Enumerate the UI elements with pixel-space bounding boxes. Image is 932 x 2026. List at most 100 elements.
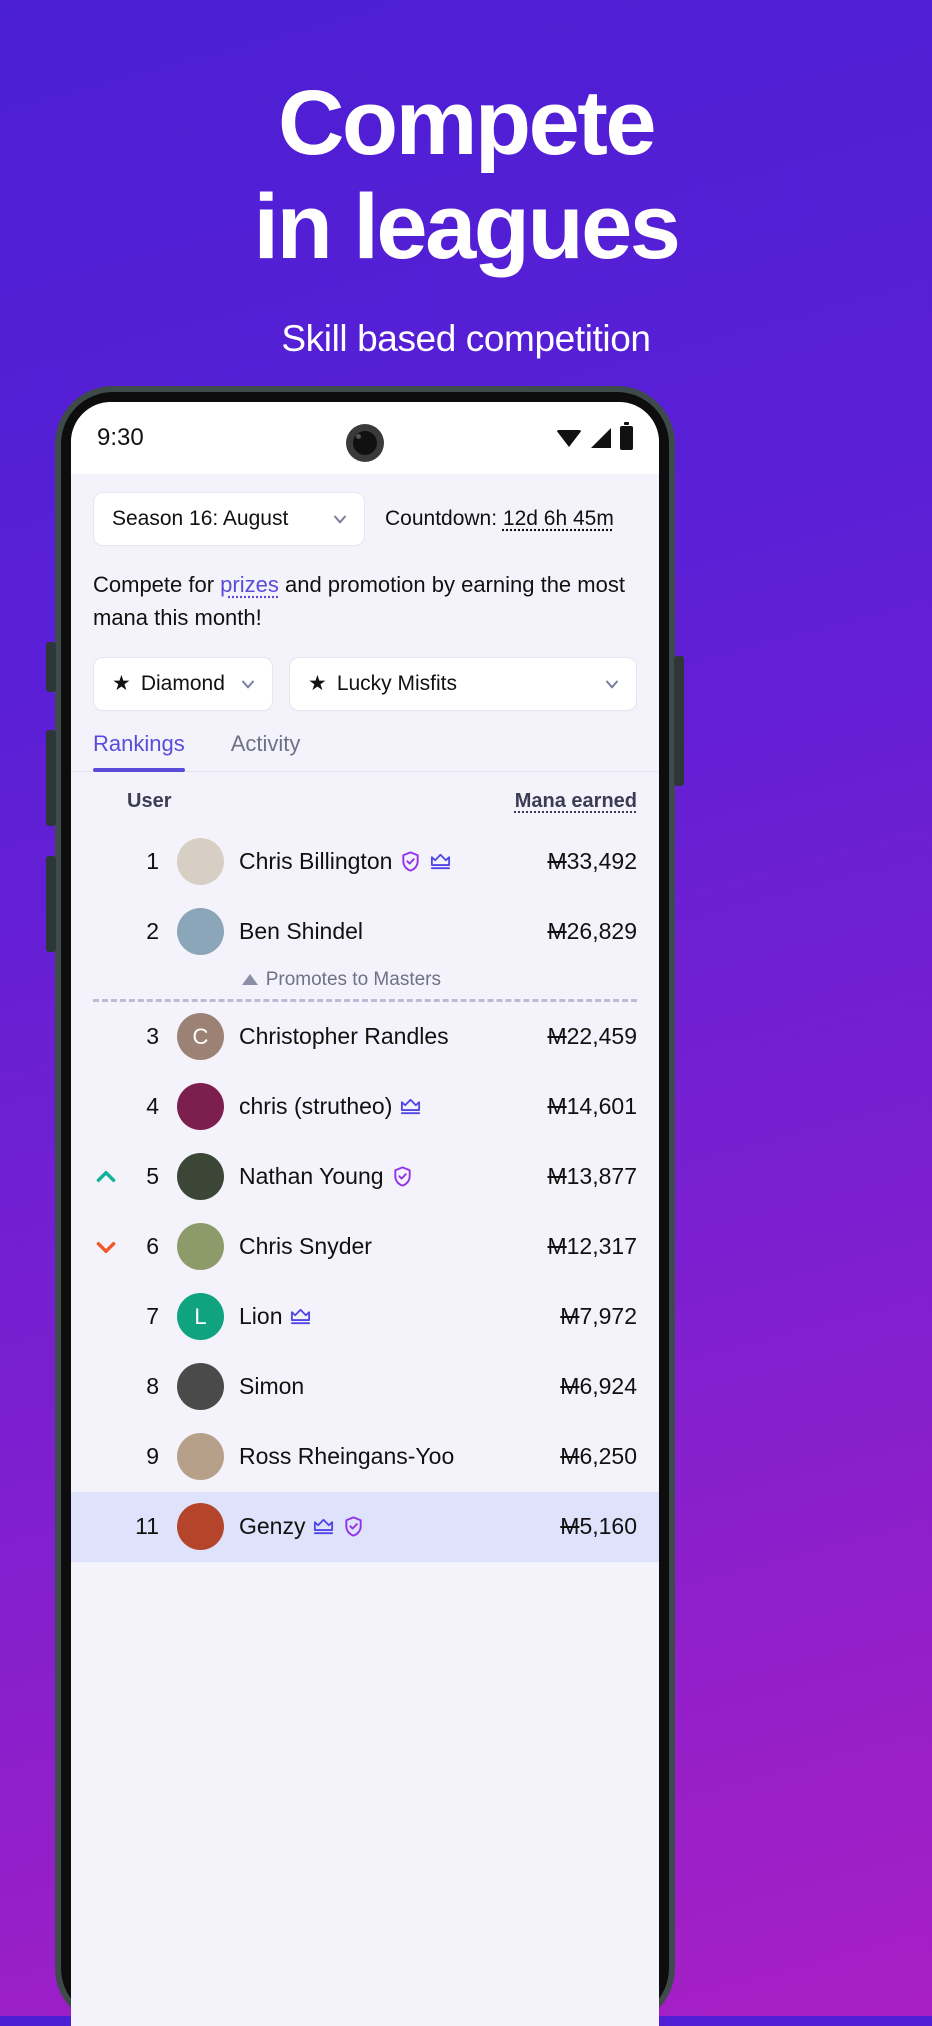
- promotion-label: Promotes to Masters: [265, 968, 441, 990]
- table-row[interactable]: 8 Simon M6,924: [71, 1352, 659, 1422]
- table-header: User Mana earned: [71, 772, 659, 827]
- rank-change-indicator: [93, 1164, 127, 1190]
- rank-number: 9: [146, 1443, 159, 1470]
- user-name-text: Nathan Young: [239, 1163, 384, 1190]
- user-name[interactable]: Ben Shindel: [239, 918, 363, 945]
- user-name-text: Ross Rheingans-Yoo: [239, 1443, 455, 1470]
- countdown-label: Countdown:: [385, 507, 503, 530]
- promo-header: Compete in leagues Skill based competiti…: [0, 0, 932, 360]
- user-name[interactable]: Genzy: [239, 1513, 365, 1540]
- rank-number: 3: [146, 1023, 159, 1050]
- phone-button-left-2[interactable]: [46, 730, 56, 826]
- mana-earned: M5,160: [560, 1513, 637, 1540]
- phone-screen: 9:30 Season 16: August Countdown: 12d 6h…: [71, 402, 659, 2026]
- user-name-text: Genzy: [239, 1513, 306, 1540]
- season-select[interactable]: Season 16: August: [93, 492, 365, 546]
- mana-earned: M26,829: [547, 918, 637, 945]
- column-header-mana[interactable]: Mana earned: [515, 790, 637, 813]
- chevron-down-icon: [606, 680, 618, 689]
- prizes-link[interactable]: prizes: [220, 572, 279, 597]
- rank-down-icon: [96, 1241, 116, 1253]
- phone-button-right-1[interactable]: [674, 656, 684, 786]
- table-row[interactable]: 9 Ross Rheingans-Yoo M6,250: [71, 1422, 659, 1492]
- avatar[interactable]: [177, 838, 224, 886]
- countdown: Countdown: 12d 6h 45m: [385, 507, 614, 531]
- promo-title-line-2: in leagues: [253, 176, 681, 279]
- user-name-text: chris (strutheo): [239, 1093, 393, 1120]
- avatar[interactable]: [177, 1153, 224, 1201]
- user-name[interactable]: Chris Billington: [239, 848, 452, 875]
- promotion-divider: Promotes to Masters: [71, 967, 659, 1002]
- front-camera-icon: [346, 424, 384, 462]
- crown-badge[interactable]: [399, 1095, 422, 1118]
- user-name-text: Chris Snyder: [239, 1233, 372, 1260]
- rank-change-indicator: [93, 1234, 127, 1260]
- league-select[interactable]: ★ Diamond: [93, 656, 273, 711]
- countdown-value: 12d 6h 45m: [502, 507, 614, 530]
- mana-earned: M7,972: [560, 1303, 637, 1330]
- rank-number: 5: [146, 1163, 159, 1190]
- page-title: Compete in leagues: [0, 77, 932, 279]
- blurb-before: Compete for: [93, 572, 221, 597]
- user-name[interactable]: Nathan Young: [239, 1163, 414, 1190]
- rankings-list: 1 Chris Billington M33,492 2 Ben Shindel M26,…: [71, 827, 659, 1562]
- avatar[interactable]: [177, 1083, 224, 1131]
- shield-check-badge[interactable]: [391, 1165, 414, 1188]
- table-row[interactable]: 7 L Lion M7,972: [71, 1282, 659, 1352]
- tab-activity[interactable]: Activity: [231, 731, 301, 771]
- avatar[interactable]: [177, 1363, 224, 1411]
- avatar[interactable]: [177, 1433, 224, 1481]
- user-name[interactable]: Simon: [239, 1373, 304, 1400]
- league-select-label: Diamond: [140, 671, 225, 695]
- user-name[interactable]: Lion: [239, 1303, 312, 1330]
- chevron-down-icon: [334, 515, 346, 524]
- table-row[interactable]: 1 Chris Billington M33,492: [71, 827, 659, 897]
- rank-up-icon: [96, 1170, 116, 1182]
- cohort-select[interactable]: ★ Lucky Misfits: [289, 656, 637, 711]
- avatar[interactable]: [177, 1503, 224, 1551]
- chevron-down-icon: [242, 680, 254, 689]
- crown-badge[interactable]: [429, 850, 452, 873]
- avatar[interactable]: [177, 1223, 224, 1271]
- phone-button-left-1[interactable]: [46, 642, 56, 692]
- promo-title-line-1: Compete: [277, 72, 657, 174]
- status-bar: 9:30: [71, 402, 659, 474]
- season-row: Season 16: August Countdown: 12d 6h 45m: [71, 474, 659, 546]
- table-row[interactable]: 4 chris (strutheo) M14,601: [71, 1072, 659, 1142]
- mana-earned: M6,250: [560, 1443, 637, 1470]
- tab-rankings[interactable]: Rankings: [93, 731, 185, 772]
- user-name-text: Christopher Randles: [239, 1023, 449, 1050]
- crown-badge[interactable]: [289, 1305, 312, 1328]
- phone-button-left-3[interactable]: [46, 856, 56, 952]
- table-row[interactable]: 5 Nathan Young M13,877: [71, 1142, 659, 1212]
- cohort-select-label: Lucky Misfits: [336, 671, 458, 695]
- mana-earned: M33,492: [547, 848, 637, 875]
- mana-earned: M12,317: [547, 1233, 637, 1260]
- phone-mockup: 9:30 Season 16: August Countdown: 12d 6h…: [46, 386, 684, 2026]
- user-name[interactable]: Christopher Randles: [239, 1023, 449, 1050]
- table-row[interactable]: 2 Ben Shindel M26,829: [71, 897, 659, 967]
- avatar[interactable]: [177, 908, 224, 956]
- table-row[interactable]: 6 Chris Snyder M12,317: [71, 1212, 659, 1282]
- avatar[interactable]: L: [177, 1293, 224, 1341]
- tab-bar: Rankings Activity: [71, 711, 659, 772]
- avatar[interactable]: C: [177, 1013, 224, 1061]
- crown-badge[interactable]: [312, 1515, 335, 1538]
- user-name[interactable]: Chris Snyder: [239, 1233, 372, 1260]
- mana-earned: M13,877: [547, 1163, 637, 1190]
- user-name[interactable]: chris (strutheo): [239, 1093, 422, 1120]
- cellular-signal-icon: [591, 428, 611, 448]
- wifi-icon: [556, 429, 582, 447]
- shield-check-badge[interactable]: [399, 850, 422, 873]
- shield-check-badge[interactable]: [342, 1515, 365, 1538]
- season-select-label: Season 16: August: [112, 507, 289, 530]
- status-time: 9:30: [97, 424, 144, 451]
- user-name-text: Ben Shindel: [239, 918, 364, 945]
- table-row[interactable]: 11 Genzy M5,160: [71, 1491, 659, 1562]
- user-name-text: Lion: [239, 1303, 283, 1330]
- table-row[interactable]: 3 C Christopher Randles M22,459: [71, 1002, 659, 1072]
- status-icons: [556, 422, 633, 450]
- user-name[interactable]: Ross Rheingans-Yoo: [239, 1443, 454, 1470]
- league-screen: Season 16: August Countdown: 12d 6h 45m …: [71, 474, 659, 2026]
- user-name-text: Simon: [239, 1373, 305, 1400]
